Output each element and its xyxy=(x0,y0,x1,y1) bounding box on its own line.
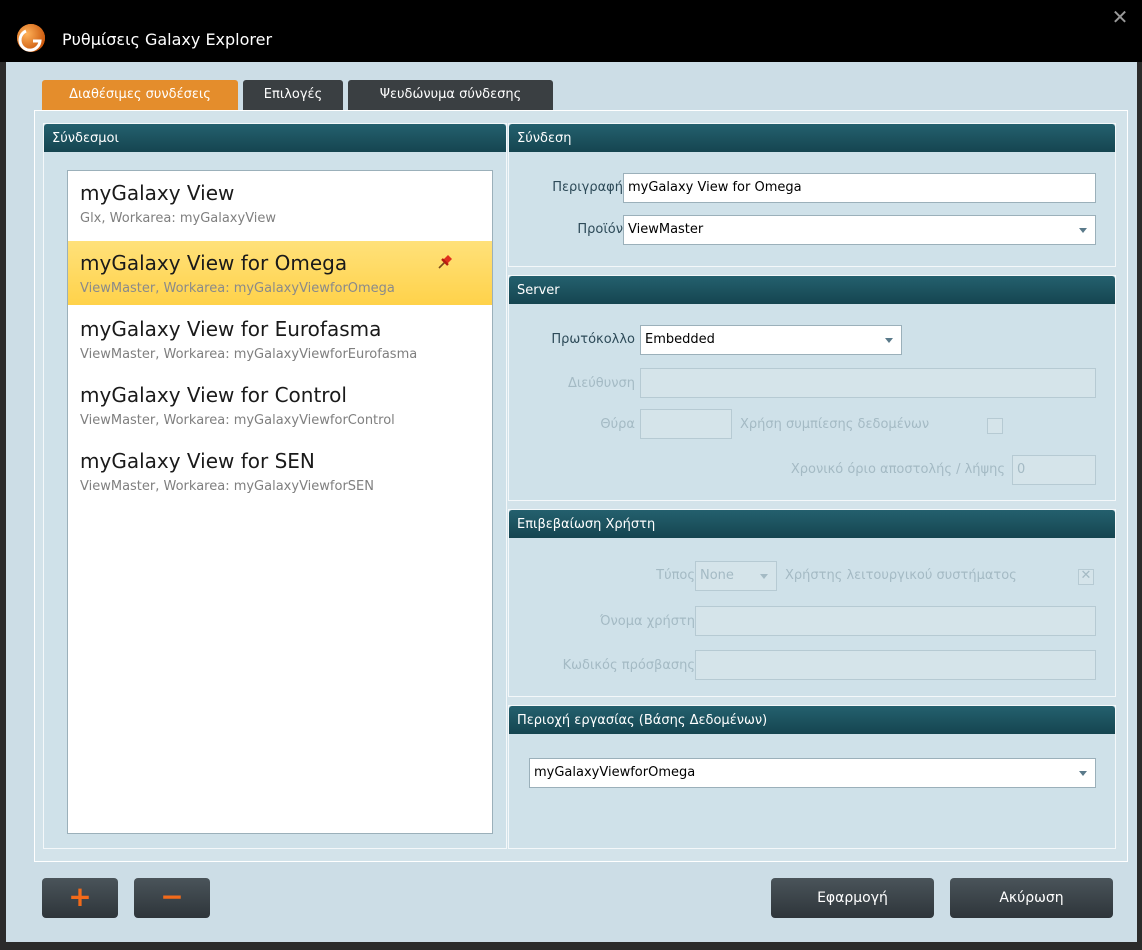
compression-checkbox[interactable] xyxy=(987,418,1003,434)
protocol-value: Embedded xyxy=(645,332,715,347)
list-item[interactable]: myGalaxy View for SEN ViewMaster, Workar… xyxy=(68,439,492,503)
workarea-panel: Περιοχή εργασίας (Βάσης Δεδομένων) myGal… xyxy=(508,705,1116,849)
apply-button[interactable]: Εφαρμογή xyxy=(771,878,934,918)
port-input[interactable] xyxy=(640,409,732,439)
username-label: Όνομα χρήστη xyxy=(599,614,695,629)
tab-label: Διαθέσιμες συνδέσεις xyxy=(69,87,211,102)
close-button[interactable]: ✕ xyxy=(1108,6,1132,30)
connection-title: myGalaxy View for Control xyxy=(80,383,347,407)
tab-available-connections[interactable]: Διαθέσιμες συνδέσεις xyxy=(42,80,238,110)
connection-subtitle: ViewMaster, Workarea: myGalaxyViewforOme… xyxy=(80,281,395,296)
connection-subtitle: ViewMaster, Workarea: myGalaxyViewforCon… xyxy=(80,413,395,428)
workarea-value: myGalaxyViewforOmega xyxy=(534,765,696,780)
auth-type-value: None xyxy=(700,568,734,583)
connection-subtitle: ViewMaster, Workarea: myGalaxyViewforSEN xyxy=(80,479,374,494)
pin-icon[interactable] xyxy=(436,253,454,271)
list-item[interactable]: myGalaxy View for Control ViewMaster, Wo… xyxy=(68,373,492,437)
list-item-selected[interactable]: myGalaxy View for Omega ViewMaster, Work… xyxy=(68,241,492,305)
product-value: ViewMaster xyxy=(628,222,704,237)
timeout-input[interactable]: 0 xyxy=(1012,455,1096,485)
address-label: Διεύθυνση xyxy=(567,376,635,391)
os-user-checkbox[interactable]: ✕ xyxy=(1078,568,1094,585)
minus-icon: − xyxy=(160,880,184,913)
connection-title: myGalaxy View for Eurofasma xyxy=(80,317,382,341)
connection-subtitle: ViewMaster, Workarea: myGalaxyViewforEur… xyxy=(80,347,418,362)
remove-connection-button[interactable]: − xyxy=(134,878,210,918)
list-item[interactable]: myGalaxy View Glx, Workarea: myGalaxyVie… xyxy=(68,171,492,235)
plus-icon: + xyxy=(68,880,92,913)
user-auth-panel-header: Επιβεβαίωση Χρήστη xyxy=(509,510,1115,538)
tab-label: Ψευδώνυμα σύνδεσης xyxy=(379,87,522,102)
description-input[interactable]: myGalaxy View for Omega xyxy=(623,173,1096,203)
password-input[interactable] xyxy=(695,650,1096,680)
connection-title: myGalaxy View for SEN xyxy=(80,449,315,473)
connection-title: myGalaxy View xyxy=(80,181,235,205)
user-auth-panel: Επιβεβαίωση Χρήστη Τύπος None Χρήστης λε… xyxy=(508,509,1116,697)
links-panel: Σύνδεσμοι myGalaxy View Glx, Workarea: m… xyxy=(43,123,507,849)
checkmark-x-icon: ✕ xyxy=(1080,568,1092,583)
compression-label: Χρήση συμπίεσης δεδομένων xyxy=(740,417,930,432)
cancel-button[interactable]: Ακύρωση xyxy=(950,878,1113,918)
connections-list[interactable]: myGalaxy View Glx, Workarea: myGalaxyVie… xyxy=(67,170,493,834)
address-input[interactable] xyxy=(640,368,1096,398)
apply-label: Εφαρμογή xyxy=(817,890,888,906)
list-item[interactable]: myGalaxy View for Eurofasma ViewMaster, … xyxy=(68,307,492,371)
tab-content: Σύνδεσμοι myGalaxy View Glx, Workarea: m… xyxy=(34,110,1128,862)
protocol-dropdown[interactable]: Embedded xyxy=(640,325,902,355)
dialog-body: Διαθέσιμες συνδέσεις Επιλογές Ψευδώνυμα … xyxy=(6,62,1137,942)
galaxy-explorer-logo-icon xyxy=(17,24,45,52)
connection-panel: Σύνδεση Περιγραφή myGalaxy View for Omeg… xyxy=(508,123,1116,267)
description-label: Περιγραφή xyxy=(552,180,623,195)
chevron-down-icon xyxy=(885,338,893,343)
connection-title: myGalaxy View for Omega xyxy=(80,251,348,275)
settings-dialog: Ρυθμίσεις Galaxy Explorer ✕ Διαθέσιμες σ… xyxy=(0,0,1142,950)
cancel-label: Ακύρωση xyxy=(999,890,1064,906)
chevron-down-icon xyxy=(1079,228,1087,233)
workarea-panel-header: Περιοχή εργασίας (Βάσης Δεδομένων) xyxy=(509,706,1115,734)
add-connection-button[interactable]: + xyxy=(42,878,118,918)
title-bar: Ρυθμίσεις Galaxy Explorer ✕ xyxy=(0,0,1142,62)
chevron-down-icon xyxy=(760,574,768,579)
os-user-label: Χρήστης λειτουργικού συστήματος xyxy=(785,568,1017,583)
tab-label: Επιλογές xyxy=(263,87,323,102)
workarea-dropdown[interactable]: myGalaxyViewforOmega xyxy=(529,758,1096,788)
chevron-down-icon xyxy=(1079,771,1087,776)
server-panel-header: Server xyxy=(509,276,1115,304)
product-label: Προϊόν xyxy=(577,222,623,237)
username-input[interactable] xyxy=(695,606,1096,636)
product-dropdown[interactable]: ViewMaster xyxy=(623,215,1096,245)
password-label: Κωδικός πρόσβασης xyxy=(562,658,695,673)
port-label: Θύρα xyxy=(600,417,635,432)
timeout-label: Χρονικό όριο αποστολής / λήψης xyxy=(790,462,1005,477)
window-title: Ρυθμίσεις Galaxy Explorer xyxy=(62,30,273,49)
close-icon: ✕ xyxy=(1111,5,1129,29)
server-panel: Server Πρωτόκολλο Embedded Διεύθυνση Θύρ… xyxy=(508,275,1116,501)
protocol-label: Πρωτόκολλο xyxy=(551,332,635,347)
auth-type-dropdown[interactable]: None xyxy=(695,561,777,591)
links-panel-header: Σύνδεσμοι xyxy=(44,124,506,152)
connection-subtitle: Glx, Workarea: myGalaxyView xyxy=(80,211,277,226)
type-label: Τύπος xyxy=(656,568,695,583)
tab-options[interactable]: Επιλογές xyxy=(243,80,343,110)
tab-connection-aliases[interactable]: Ψευδώνυμα σύνδεσης xyxy=(348,80,553,110)
connection-panel-header: Σύνδεση xyxy=(509,124,1115,152)
